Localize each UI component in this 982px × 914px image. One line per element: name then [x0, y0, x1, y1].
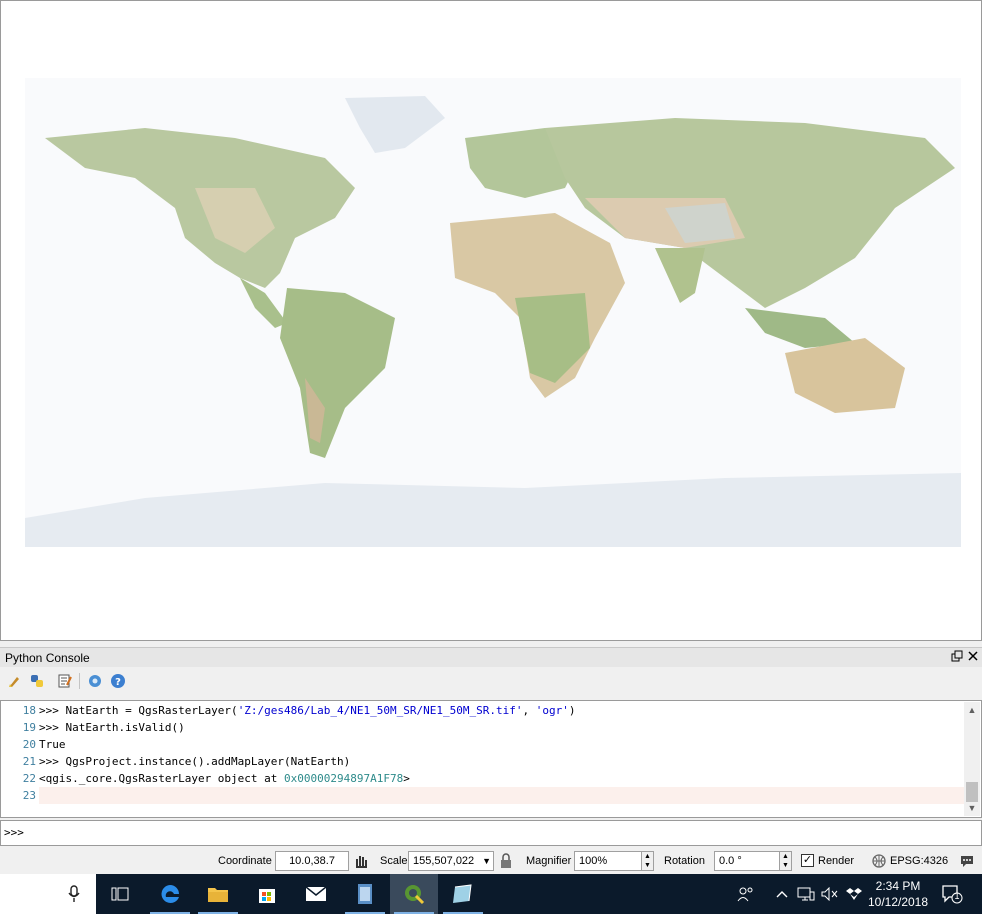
line-number: 23 — [22, 789, 36, 802]
show-editor-icon[interactable] — [55, 671, 75, 691]
string-literal: 'Z:/ges486/Lab_4/NE1_50M_SR/NE1_50M_SR.t… — [237, 704, 523, 717]
clear-console-icon[interactable] — [5, 671, 25, 691]
close-dock-icon[interactable] — [966, 650, 980, 664]
code-text: > — [403, 772, 410, 785]
file-explorer-icon[interactable] — [194, 874, 242, 914]
clock-time: 2:34 PM — [875, 879, 921, 893]
rotation-spinner[interactable]: ▲ ▼ — [779, 851, 792, 871]
dropbox-icon[interactable] — [844, 884, 864, 904]
task-view-icon[interactable] — [96, 874, 144, 914]
python-console-titlebar: Python Console — [0, 647, 982, 667]
console-toolbar: ? — [0, 668, 982, 694]
action-center-icon[interactable]: 1 — [942, 884, 964, 904]
system-clock[interactable]: 2:34 PM 10/12/2018 — [862, 878, 934, 910]
render-label: Render — [818, 855, 855, 867]
rotation-field[interactable]: 0.0 ° — [714, 851, 780, 871]
render-checkbox[interactable]: ✓ — [801, 854, 814, 867]
scale-combobox[interactable]: 155,507,022 ▼ — [408, 851, 494, 871]
magnifier-spinner[interactable]: ▲ ▼ — [641, 851, 654, 871]
code-text: >>> NatEarth = QgsRasterLayer( — [39, 704, 238, 717]
dock-splitter[interactable] — [0, 641, 982, 646]
lock-scale-icon[interactable] — [497, 852, 515, 870]
windows-taskbar: 2:34 PM 10/12/2018 1 — [0, 874, 982, 914]
scrollbar-thumb[interactable] — [966, 782, 978, 802]
scroll-down-arrow-icon[interactable]: ▼ — [964, 800, 980, 816]
magnifier-field[interactable]: 100% — [574, 851, 642, 871]
video-icon[interactable] — [341, 874, 389, 914]
help-icon[interactable]: ? — [108, 671, 128, 691]
chevron-up-icon[interactable] — [772, 884, 792, 904]
code-line: >>> QgsProject.instance().addMapLayer(Na… — [39, 755, 351, 768]
messages-icon[interactable] — [958, 852, 976, 870]
console-output-editor[interactable]: 18 19 20 21 22 23 >>> NatEarth = QgsRast… — [0, 700, 982, 818]
code-text: , — [522, 704, 536, 717]
float-dock-icon[interactable] — [950, 650, 964, 664]
network-icon[interactable] — [796, 884, 816, 904]
status-bar: Coordinate 10.0,38.7 Scale 155,507,022 ▼ … — [0, 848, 982, 874]
code-line: >>> NatEarth = QgsRasterLayer('Z:/ges486… — [39, 702, 965, 719]
current-code-line[interactable] — [39, 787, 965, 804]
edge-icon[interactable] — [146, 874, 194, 914]
map-canvas[interactable] — [0, 0, 982, 641]
magnifier-label: Magnifier — [526, 855, 572, 867]
toolbar-separator — [79, 673, 80, 689]
settings-gear-icon[interactable] — [85, 671, 105, 691]
chevron-down-icon: ▼ — [482, 856, 491, 866]
string-literal: 'ogr' — [535, 704, 569, 717]
code-line: >>> NatEarth.isValid() — [39, 721, 185, 734]
mail-icon[interactable] — [292, 874, 340, 914]
qgis-icon[interactable] — [390, 874, 438, 914]
line-number: 22 — [22, 772, 36, 785]
natural-earth-raster — [25, 78, 961, 547]
import-class-icon[interactable] — [27, 671, 47, 691]
microphone-icon[interactable] — [64, 884, 84, 904]
toggle-extents-icon[interactable] — [352, 852, 370, 870]
line-number: 18 — [22, 704, 36, 717]
code-text: ) — [568, 704, 576, 717]
console-input[interactable]: >>> — [0, 820, 982, 846]
svg-text:?: ? — [115, 677, 121, 688]
input-prompt: >>> — [4, 826, 24, 839]
scroll-up-arrow-icon[interactable]: ▲ — [964, 702, 980, 718]
python-console-title: Python Console — [5, 651, 90, 665]
notification-count: 1 — [954, 891, 960, 901]
code-text: <qgis._core.QgsRasterLayer object at — [39, 772, 285, 785]
code-line: True — [39, 738, 66, 751]
crs-globe-icon[interactable] — [870, 852, 888, 870]
scale-label: Scale — [380, 855, 408, 867]
store-icon[interactable] — [243, 874, 291, 914]
coordinate-label: Coordinate — [218, 855, 272, 867]
hex-address: 0x00000294897A1F78 — [284, 772, 404, 785]
clock-date: 10/12/2018 — [867, 895, 929, 909]
line-number: 19 — [22, 721, 36, 734]
people-icon[interactable] — [736, 884, 756, 904]
code-line: <qgis._core.QgsRasterLayer object at 0x0… — [39, 770, 965, 787]
editor-scrollbar[interactable]: ▲ ▼ — [964, 702, 980, 816]
crs-label[interactable]: EPSG:4326 — [890, 855, 948, 867]
line-number: 20 — [22, 738, 36, 751]
app-icon[interactable] — [439, 874, 487, 914]
coordinate-field[interactable]: 10.0,38.7 — [275, 851, 349, 871]
scale-value: 155,507,022 — [413, 855, 475, 867]
line-number: 21 — [22, 755, 36, 768]
line-number-gutter: 18 19 20 21 22 23 — [2, 702, 36, 816]
volume-muted-icon[interactable] — [820, 884, 840, 904]
search-area[interactable] — [0, 874, 96, 914]
rotation-label: Rotation — [664, 855, 705, 867]
